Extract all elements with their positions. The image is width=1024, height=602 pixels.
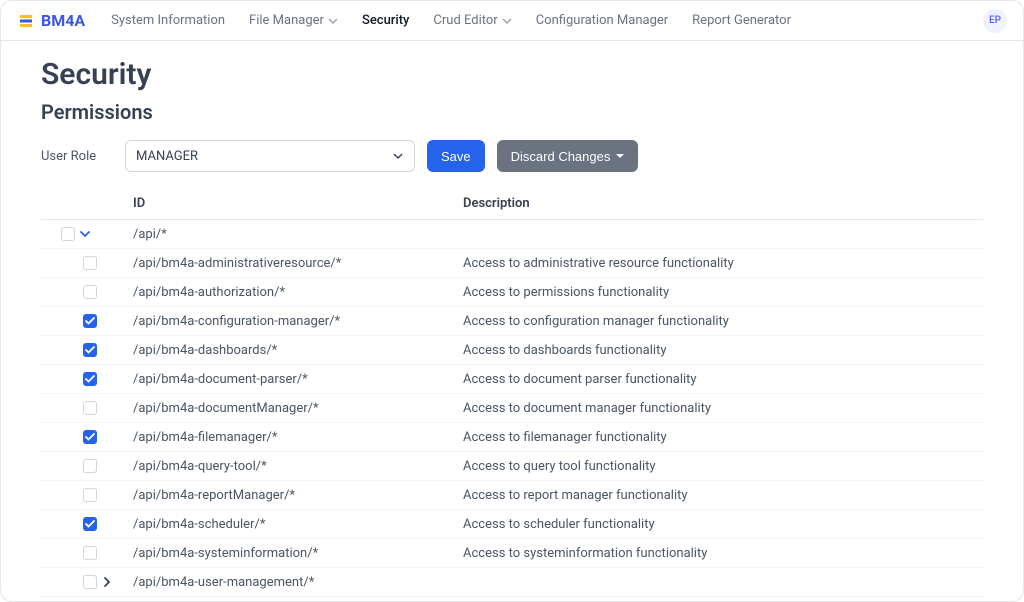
discard-button-label: Discard Changes <box>511 149 611 164</box>
permission-checkbox[interactable] <box>83 430 97 444</box>
permission-id: /api/bm4a-systeminformation/* <box>121 546 451 561</box>
table-row: /api/bm4a-administrativeresource/*Access… <box>41 249 983 278</box>
permission-id: /api/bm4a-authorization/* <box>121 285 451 300</box>
page-title: Security <box>41 57 983 92</box>
permission-checkbox[interactable] <box>83 546 97 560</box>
permission-id: /api/bm4a-user-management/* <box>121 575 451 590</box>
caret-down-icon <box>616 152 624 160</box>
permission-desc: Access to report manager functionality <box>451 488 983 503</box>
chevron-down-icon <box>392 150 404 162</box>
nav-item-label: File Manager <box>249 13 324 28</box>
permission-checkbox[interactable] <box>61 227 75 241</box>
table-row: /api/example-crud/*Access to example app… <box>41 597 983 601</box>
permission-id: /api/bm4a-documentManager/* <box>121 401 451 416</box>
section-title: Permissions <box>41 100 983 124</box>
brand-name: BM4A <box>41 11 85 30</box>
permission-checkbox[interactable] <box>83 488 97 502</box>
table-header: ID Description <box>41 188 983 220</box>
permission-id: /api/bm4a-configuration-manager/* <box>121 314 451 329</box>
role-select[interactable]: MANAGER <box>125 140 415 172</box>
permission-desc: Access to document manager functionality <box>451 401 983 416</box>
permission-checkbox[interactable] <box>83 314 97 328</box>
permission-id: /api/* <box>121 227 451 242</box>
nav-item-report-generator[interactable]: Report Generator <box>682 7 801 34</box>
role-select-value: MANAGER <box>136 149 198 164</box>
nav-item-label: Crud Editor <box>433 13 497 28</box>
chevron-down-icon <box>328 16 338 26</box>
permission-checkbox[interactable] <box>83 256 97 270</box>
permission-desc: Access to systeminformation functionalit… <box>451 546 983 561</box>
table-row: /api/bm4a-user-management/* <box>41 568 983 597</box>
permission-checkbox[interactable] <box>83 343 97 357</box>
permission-desc: Access to permissions functionality <box>451 285 983 300</box>
permission-checkbox[interactable] <box>83 285 97 299</box>
column-header-desc: Description <box>451 196 983 211</box>
nav-item-label: System Information <box>111 13 225 28</box>
permission-checkbox[interactable] <box>83 459 97 473</box>
permission-desc: Access to document parser functionality <box>451 372 983 387</box>
permission-desc: Access to scheduler functionality <box>451 517 983 532</box>
permission-id: /api/bm4a-dashboards/* <box>121 343 451 358</box>
permission-id: /api/bm4a-reportManager/* <box>121 488 451 503</box>
table-row: /api/bm4a-systeminformation/*Access to s… <box>41 539 983 568</box>
nav-item-crud-editor[interactable]: Crud Editor <box>423 7 521 34</box>
table-row: /api/* <box>41 220 983 249</box>
chevron-down-icon[interactable] <box>79 228 91 240</box>
permission-id: /api/bm4a-filemanager/* <box>121 430 451 445</box>
permission-desc: Access to filemanager functionality <box>451 430 983 445</box>
table-row: /api/bm4a-documentManager/*Access to doc… <box>41 394 983 423</box>
table-row: /api/bm4a-reportManager/*Access to repor… <box>41 481 983 510</box>
nav-item-security[interactable]: Security <box>352 7 419 34</box>
table-row: /api/bm4a-document-parser/*Access to doc… <box>41 365 983 394</box>
column-header-id: ID <box>121 196 451 211</box>
permission-desc: Access to administrative resource functi… <box>451 256 983 271</box>
permission-id: /api/bm4a-document-parser/* <box>121 372 451 387</box>
role-label: User Role <box>41 149 113 164</box>
permission-id: /api/bm4a-administrativeresource/* <box>121 256 451 271</box>
permission-desc: Access to configuration manager function… <box>451 314 983 329</box>
chevron-down-icon <box>502 16 512 26</box>
permission-desc: Access to query tool functionality <box>451 459 983 474</box>
nav-item-file-manager[interactable]: File Manager <box>239 7 348 34</box>
table-row: /api/bm4a-scheduler/*Access to scheduler… <box>41 510 983 539</box>
nav-item-system-information[interactable]: System Information <box>101 7 235 34</box>
controls-row: User Role MANAGER Save Discard Changes <box>41 140 983 172</box>
table-row: /api/bm4a-configuration-manager/*Access … <box>41 307 983 336</box>
permission-id: /api/bm4a-query-tool/* <box>121 459 451 474</box>
save-button[interactable]: Save <box>427 140 485 172</box>
table-row: /api/bm4a-filemanager/*Access to fileman… <box>41 423 983 452</box>
brand-icon <box>17 12 35 30</box>
nav-item-label: Configuration Manager <box>536 13 668 28</box>
permission-id: /api/bm4a-scheduler/* <box>121 517 451 532</box>
discard-button[interactable]: Discard Changes <box>497 140 639 172</box>
brand-logo[interactable]: BM4A <box>17 11 85 30</box>
nav-item-configuration-manager[interactable]: Configuration Manager <box>526 7 678 34</box>
nav-item-label: Security <box>362 13 409 28</box>
permission-desc: Access to dashboards functionality <box>451 343 983 358</box>
table-row: /api/bm4a-authorization/*Access to permi… <box>41 278 983 307</box>
nav-item-label: Report Generator <box>692 13 791 28</box>
main-content: Security Permissions User Role MANAGER S… <box>1 41 1023 601</box>
permission-checkbox[interactable] <box>83 575 97 589</box>
chevron-right-icon[interactable] <box>101 576 113 588</box>
avatar[interactable]: EP <box>983 9 1007 33</box>
permissions-table: ID Description /api/* /api/bm4a-administr… <box>41 188 983 601</box>
permission-checkbox[interactable] <box>83 372 97 386</box>
table-row: /api/bm4a-query-tool/*Access to query to… <box>41 452 983 481</box>
permission-checkbox[interactable] <box>83 401 97 415</box>
table-row: /api/bm4a-dashboards/*Access to dashboar… <box>41 336 983 365</box>
permission-checkbox[interactable] <box>83 517 97 531</box>
topbar: BM4A System Information File Manager Secur… <box>1 1 1023 41</box>
